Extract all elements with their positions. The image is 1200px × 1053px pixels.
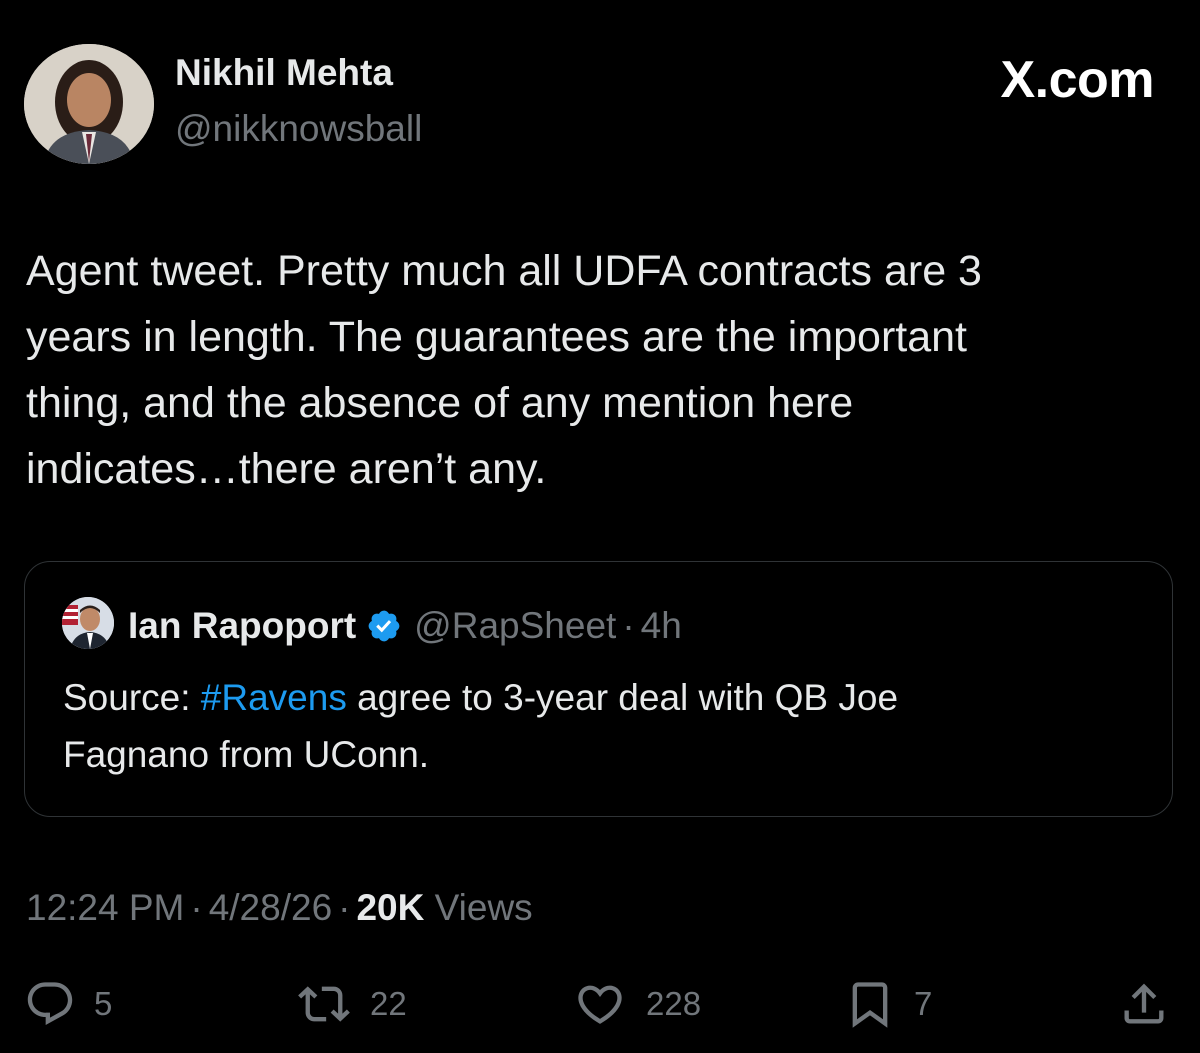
bookmark-count: 7 [914, 985, 933, 1022]
quoted-tweet-card[interactable]: Ian Rapoport @RapSheet · 4h Source: #Rav… [24, 561, 1173, 817]
reply-count: 5 [94, 985, 113, 1022]
quoted-tweet-time[interactable]: 4h [641, 605, 682, 647]
quoted-tweet-header: Ian Rapoport @RapSheet · 4h [128, 600, 682, 652]
tweet-meta: 12:24 PM · 4/28/26 · 20K Views [26, 887, 533, 929]
brand-logo: X.com [1000, 51, 1154, 109]
bookmark-button[interactable]: 7 [844, 978, 932, 1030]
like-count: 228 [646, 985, 702, 1022]
tweet-text-line: Agent tweet. Pretty much all UDFA contra… [26, 247, 982, 295]
tweet-text: Agent tweet. Pretty much all UDFA contra… [26, 238, 1156, 502]
quoted-tweet-line: Fagnano from UConn. [63, 734, 430, 775]
tweet-text-line: years in length. The guarantees are the … [26, 313, 968, 361]
quoted-author-avatar [62, 597, 114, 649]
verified-badge-icon [366, 608, 402, 644]
quoted-tweet-line: Source: #Ravens agree to 3-year deal wit… [63, 669, 1133, 726]
separator-dot: · [622, 605, 635, 646]
quoted-text-prefix: Source: [63, 677, 201, 718]
quoted-tweet-text: Source: #Ravens agree to 3-year deal wit… [63, 669, 1133, 783]
heart-icon [572, 978, 628, 1030]
repost-button[interactable]: 22 [296, 978, 407, 1030]
quoted-author-handle[interactable]: @RapSheet [414, 605, 616, 647]
hashtag-link[interactable]: #Ravens [201, 677, 347, 718]
repost-count: 22 [370, 985, 407, 1022]
separator-dot: · [190, 887, 203, 928]
tweet-time[interactable]: 12:24 PM [26, 887, 184, 928]
tweet-date[interactable]: 4/28/26 [209, 887, 332, 928]
author-name[interactable]: Nikhil Mehta [175, 52, 393, 94]
repost-icon [296, 978, 352, 1030]
tweet-text-line: thing, and the absence of any mention he… [26, 379, 854, 427]
author-avatar[interactable] [24, 44, 154, 164]
reply-icon [24, 978, 76, 1030]
quoted-author-name[interactable]: Ian Rapoport [128, 605, 356, 647]
bookmark-icon [844, 978, 896, 1030]
tweet-text-line: indicates…there aren’t any. [26, 445, 547, 493]
like-button[interactable]: 228 [572, 978, 701, 1030]
views-count[interactable]: 20K [356, 887, 424, 928]
separator-dot: · [338, 887, 351, 928]
author-handle[interactable]: @nikknowsball [175, 108, 422, 150]
share-icon [1118, 978, 1170, 1030]
quoted-text-rest: agree to 3-year deal with QB Joe [346, 677, 899, 718]
reply-button[interactable]: 5 [24, 978, 112, 1030]
share-button[interactable] [1118, 978, 1170, 1030]
views-label[interactable]: Views [435, 887, 533, 928]
